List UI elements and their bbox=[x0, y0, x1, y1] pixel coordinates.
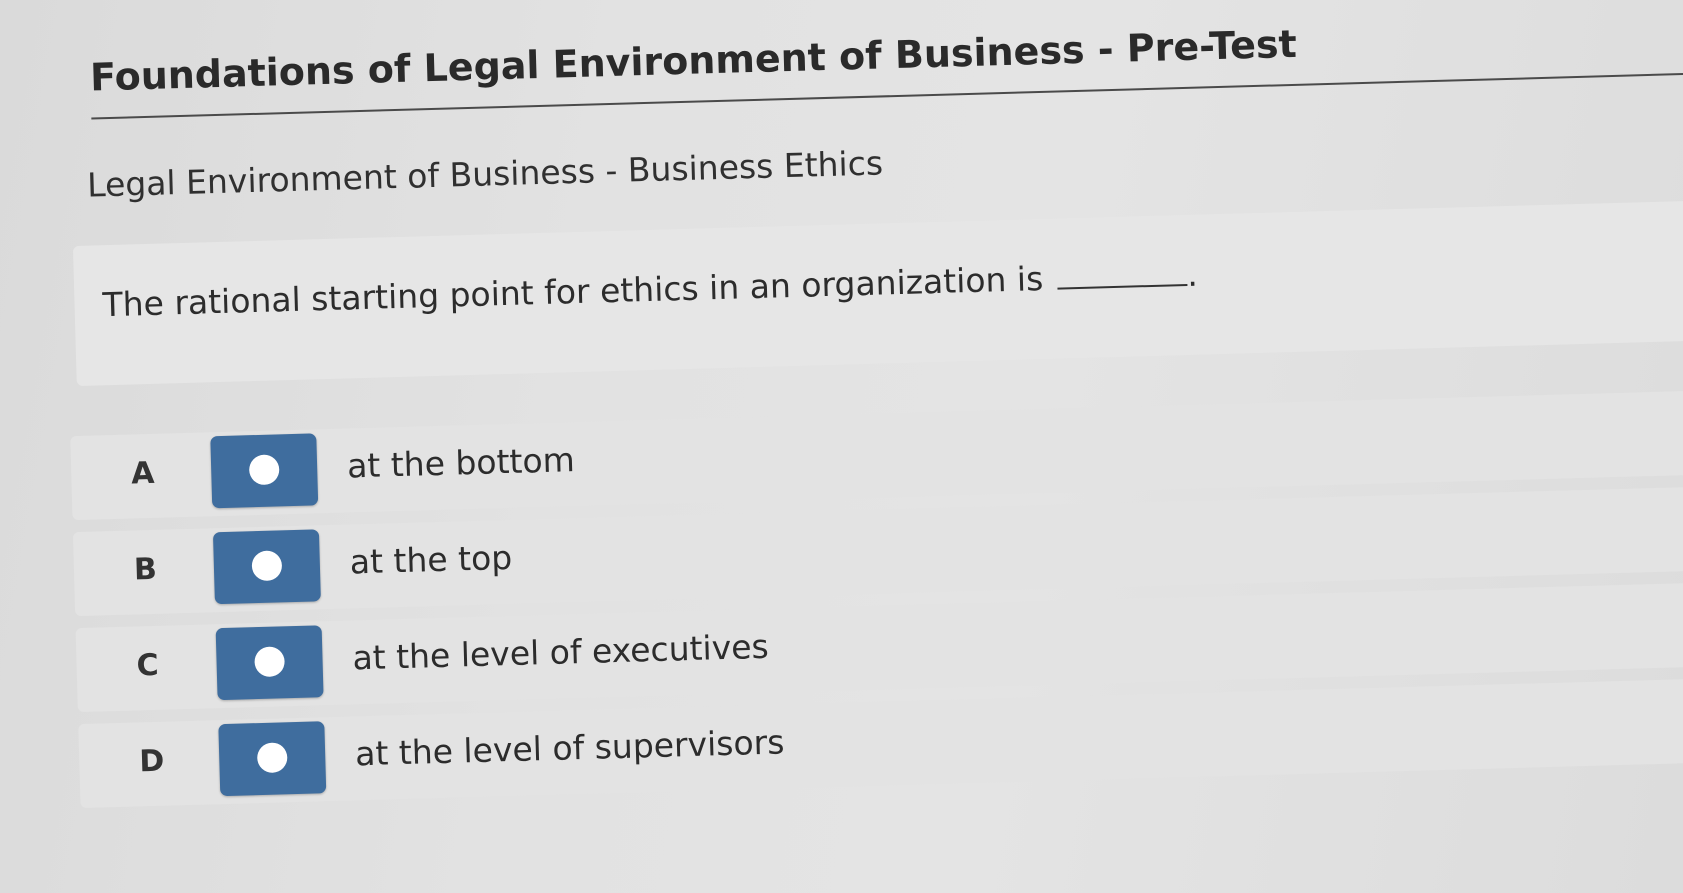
radio-circle-icon bbox=[248, 454, 280, 486]
option-b-radio-button[interactable] bbox=[212, 529, 321, 605]
option-text: at the level of executives bbox=[351, 626, 770, 678]
option-letter: B bbox=[133, 551, 158, 588]
question-text: The rational starting point for ethics i… bbox=[102, 258, 1044, 325]
question-box: The rational starting point for ethics i… bbox=[72, 200, 1683, 387]
screen: Foundations of Legal Environment of Busi… bbox=[0, 0, 1683, 893]
option-text: at the bottom bbox=[346, 440, 576, 486]
section-subtitle: Legal Environment of Business - Business… bbox=[86, 143, 884, 205]
answer-blank bbox=[1057, 282, 1188, 290]
question-prompt: The rational starting point for ethics i… bbox=[102, 255, 1198, 325]
option-a-radio-button[interactable] bbox=[210, 433, 319, 509]
quiz-content: Foundations of Legal Environment of Busi… bbox=[0, 0, 1683, 893]
radio-circle-icon bbox=[254, 646, 285, 678]
option-c-radio-button[interactable] bbox=[215, 625, 324, 701]
option-text: at the level of supervisors bbox=[354, 722, 785, 774]
option-letter: C bbox=[136, 647, 160, 684]
option-text: at the top bbox=[349, 537, 513, 582]
radio-circle-icon bbox=[251, 550, 283, 582]
option-d-radio-button[interactable] bbox=[218, 721, 327, 797]
option-letter: A bbox=[130, 455, 155, 492]
question-end-punctuation: . bbox=[1186, 254, 1199, 294]
radio-circle-icon bbox=[256, 742, 288, 774]
option-letter: D bbox=[138, 743, 165, 780]
